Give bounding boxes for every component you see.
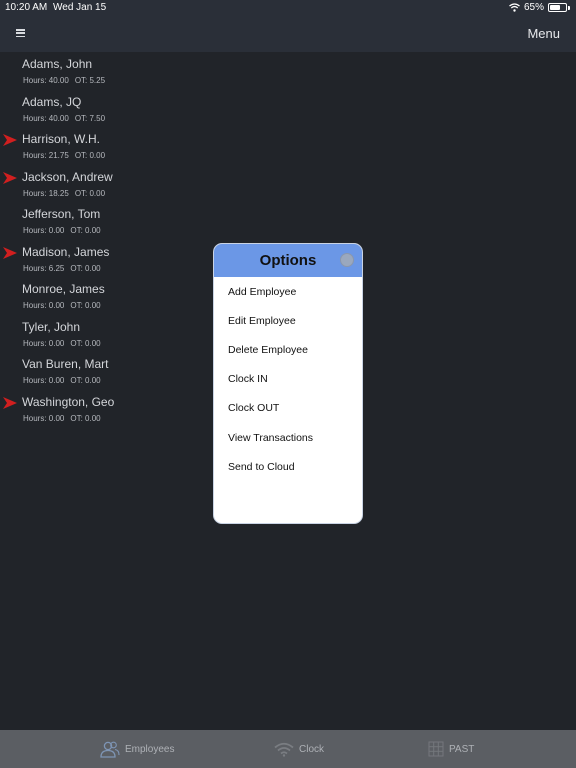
employee-overtime: OT: 0.00 — [70, 413, 101, 423]
battery-percent: 65% — [523, 2, 544, 13]
clocked-in-arrow-icon — [3, 396, 17, 409]
battery-level — [550, 5, 560, 10]
employee-hours-line: Hours: 0.00 OT: 0.00 — [23, 414, 101, 423]
employee-row[interactable]: Washington, Geo Hours: 0.00 OT: 0.00 — [0, 392, 200, 430]
employee-name: Harrison, W.H. — [22, 132, 101, 146]
tab-employees[interactable]: Employees — [100, 730, 174, 768]
employee-name: Tyler, John — [22, 319, 81, 334]
employee-row[interactable]: Madison, James Hours: 6.25 OT: 0.00 — [0, 242, 200, 280]
employee-hours-line: Hours: 0.00 OT: 0.00 — [23, 339, 101, 348]
employee-hours: Hours: 6.25 — [23, 263, 65, 273]
employee-hours: Hours: 40.00 — [23, 76, 69, 85]
dialog-header: Options — [214, 244, 362, 277]
employee-row[interactable]: Tyler, John Hours: 0.00 OT: 0.00 — [0, 317, 200, 355]
employee-row[interactable]: Van Buren, Mart Hours: 0.00 OT: 0.00 — [0, 354, 200, 392]
employee-hours: Hours: 0.00 — [23, 301, 65, 310]
employee-row[interactable]: Adams, John Hours: 40.00 OT: 5.25 — [0, 54, 200, 92]
employee-name: Van Buren, Mart — [22, 357, 109, 371]
close-icon[interactable] — [340, 253, 354, 267]
menu-button[interactable]: Menu — [527, 26, 560, 41]
employee-hours-line: Hours: 40.00 OT: 5.25 — [23, 76, 105, 85]
employee-name: Adams, John — [22, 57, 93, 71]
employee-hours-line: Hours: 40.00 OT: 7.50 — [23, 114, 105, 123]
option-send-to-cloud[interactable]: Send to Cloud — [214, 452, 362, 481]
clocked-in-arrow-icon — [3, 171, 17, 184]
employee-hours: Hours: 0.00 — [23, 226, 65, 235]
status-right: 65% — [509, 2, 570, 13]
employee-overtime: OT: 0.00 — [70, 263, 101, 273]
employee-row[interactable]: Jackson, Andrew Hours: 18.25 OT: 0.00 — [0, 167, 200, 205]
employee-row[interactable]: Harrison, W.H. Hours: 21.75 OT: 0.00 — [0, 129, 200, 167]
employee-name: Monroe, James — [22, 282, 105, 296]
tab-bar: Employees Clock PAST — [0, 730, 576, 768]
employee-overtime: OT: 0.00 — [70, 338, 101, 348]
status-date: Wed Jan 15 — [53, 2, 107, 13]
employee-hours-line: Hours: 0.00 OT: 0.00 — [23, 301, 101, 310]
employee-hours-line: Hours: 6.25 OT: 0.00 — [23, 264, 101, 273]
clocked-in-arrow-icon — [3, 134, 17, 146]
tab-past[interactable]: PAST — [428, 730, 474, 768]
option-clock-out[interactable]: Clock OUT — [214, 394, 362, 423]
employee-name: Jefferson, Tom — [22, 207, 101, 221]
tab-employees-label: Employees — [125, 743, 175, 755]
options-dialog: Options Add Employee Edit Employee Delet… — [213, 243, 363, 524]
status-bar: 10:20 AM Wed Jan 15 65% — [0, 0, 576, 16]
employee-overtime: OT: 0.00 — [70, 226, 101, 235]
employee-name: Washington, Geo — [22, 394, 115, 409]
employee-hours-line: Hours: 0.00 OT: 0.00 — [23, 376, 101, 385]
employee-overtime: OT: 7.50 — [74, 113, 106, 123]
employee-hours: Hours: 0.00 — [23, 413, 65, 423]
employee-hours-line: Hours: 0.00 OT: 0.00 — [23, 226, 101, 235]
employee-hours-line: Hours: 21.75 OT: 0.00 — [23, 151, 105, 160]
hamburger-icon[interactable] — [16, 29, 25, 37]
employee-overtime: OT: 0.00 — [70, 376, 101, 385]
employee-overtime: OT: 0.00 — [74, 188, 106, 198]
employee-overtime: OT: 0.00 — [74, 151, 106, 160]
employee-row[interactable]: Adams, JQ Hours: 40.00 OT: 7.50 — [0, 92, 200, 130]
employee-hours: Hours: 0.00 — [23, 338, 65, 348]
employee-name: Madison, James — [22, 244, 110, 259]
employee-hours: Hours: 18.25 — [23, 188, 69, 198]
employee-hours-line: Hours: 18.25 OT: 0.00 — [23, 189, 105, 198]
tab-clock-label: Clock — [299, 743, 325, 755]
battery-tip — [568, 5, 570, 10]
employee-row[interactable]: Monroe, James Hours: 0.00 OT: 0.00 — [0, 279, 200, 317]
tab-past-label: PAST — [449, 743, 475, 755]
option-clock-in[interactable]: Clock IN — [214, 365, 362, 394]
grid-icon — [428, 741, 444, 757]
employee-hours: Hours: 0.00 — [23, 376, 65, 385]
option-view-transactions[interactable]: View Transactions — [214, 423, 362, 452]
employee-name: Jackson, Andrew — [22, 169, 113, 184]
status-time: 10:20 AM — [5, 2, 48, 13]
battery-icon — [548, 3, 567, 12]
employee-list: Adams, John Hours: 40.00 OT: 5.25 Adams, JQ… — [0, 54, 200, 429]
wifi-icon — [274, 742, 294, 757]
employee-row[interactable]: Jefferson, Tom Hours: 0.00 OT: 0.00 — [0, 204, 200, 242]
options-list: Add Employee Edit Employee Delete Employ… — [214, 277, 362, 481]
people-icon — [100, 741, 120, 758]
employee-overtime: OT: 5.25 — [74, 76, 106, 85]
option-edit-employee[interactable]: Edit Employee — [214, 306, 362, 335]
option-delete-employee[interactable]: Delete Employee — [214, 335, 362, 364]
employee-hours: Hours: 40.00 — [23, 113, 69, 123]
clocked-in-arrow-icon — [3, 246, 17, 259]
employee-overtime: OT: 0.00 — [70, 301, 101, 310]
option-add-employee[interactable]: Add Employee — [214, 277, 362, 306]
wifi-icon — [509, 3, 520, 12]
tab-clock[interactable]: Clock — [274, 730, 324, 768]
employee-hours: Hours: 21.75 — [23, 151, 69, 160]
employee-name: Adams, JQ — [22, 94, 82, 109]
nav-bar: Menu — [0, 16, 576, 52]
dialog-title: Options — [259, 252, 317, 269]
